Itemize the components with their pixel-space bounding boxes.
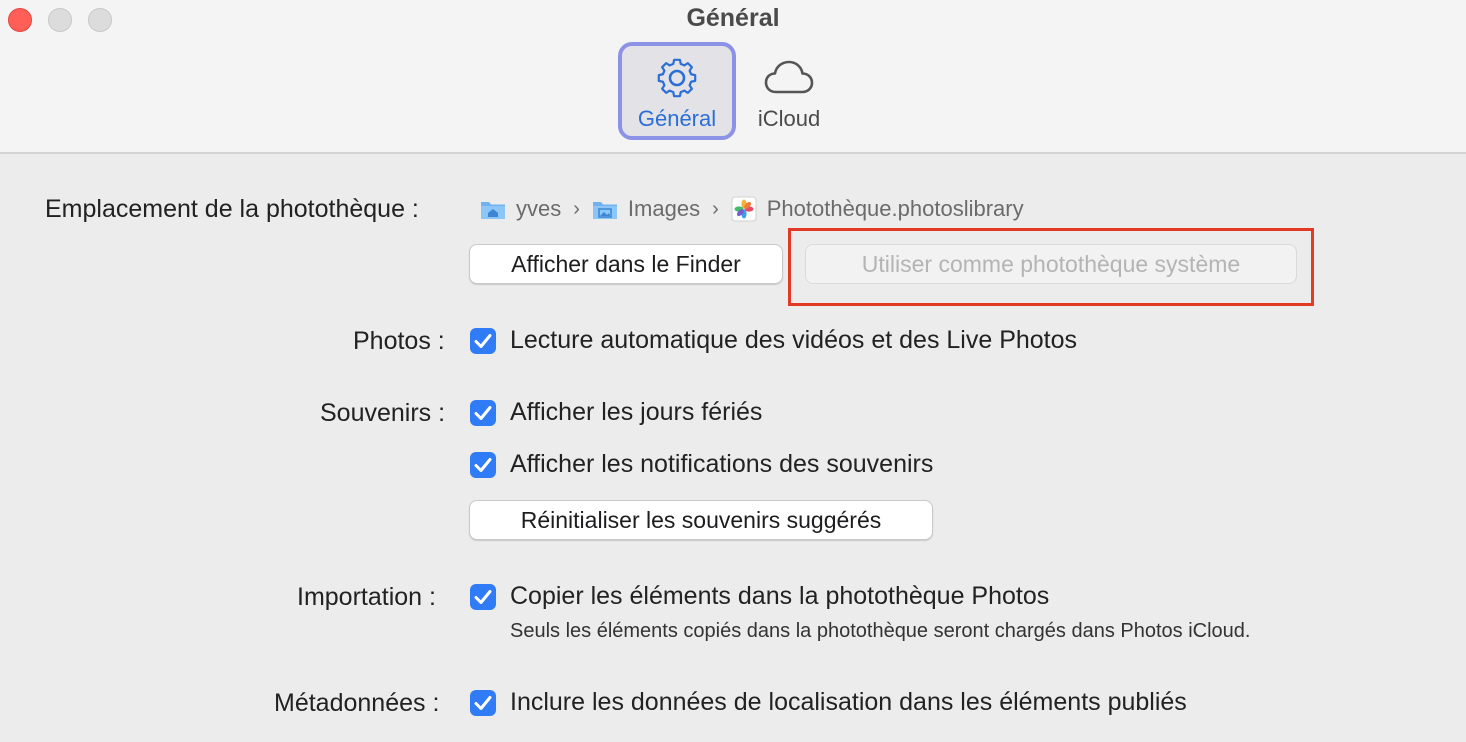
copy-items-checkbox-row[interactable]: Copier les éléments dans la photothèque … <box>470 582 1049 611</box>
include-location-checkbox[interactable] <box>470 689 496 716</box>
memories-label: Souvenirs : <box>320 399 446 427</box>
tab-icloud[interactable]: iCloud <box>730 42 848 140</box>
tab-general-label: Général <box>637 106 717 131</box>
holidays-label: Afficher les jours fériés <box>510 398 763 426</box>
photos-library-icon <box>731 196 757 222</box>
path-segment-home[interactable]: yves <box>480 196 561 222</box>
library-location-label: Emplacement de la photothèque : <box>45 195 419 223</box>
importing-label: Importation : <box>297 583 436 611</box>
path-images: Images <box>627 196 701 221</box>
path-library: Photothèque.photoslibrary <box>766 196 1024 221</box>
checkmark-icon <box>474 589 492 604</box>
tab-icloud-label: iCloud <box>757 106 821 131</box>
toolbar: Général Général iCloud <box>0 0 1466 154</box>
chevron-right-icon: › <box>573 197 580 220</box>
pictures-folder-icon <box>592 202 617 219</box>
path-segment-images[interactable]: Images <box>592 196 700 222</box>
checkmark-icon <box>474 333 492 348</box>
copy-items-label: Copier les éléments dans la photothèque … <box>510 582 1050 610</box>
show-in-finder-button[interactable]: Afficher dans le Finder <box>469 244 783 284</box>
chevron-right-icon: › <box>712 197 719 220</box>
checkmark-icon <box>474 457 492 472</box>
metadata-label: Métadonnées : <box>274 689 440 717</box>
library-path: yves › Images › Photothèque.photoslibrar… <box>480 194 1024 224</box>
highlight-annotation <box>788 228 1314 306</box>
memory-notifications-checkbox[interactable] <box>470 451 496 478</box>
autoplay-label: Lecture automatique des vidéos et des Li… <box>510 326 1078 354</box>
reset-suggested-memories-button[interactable]: Réinitialiser les souvenirs suggérés <box>469 500 933 540</box>
home-folder-icon <box>481 202 505 219</box>
importing-hint: Seuls les éléments copiés dans la photot… <box>510 620 1251 642</box>
holidays-checkbox-row[interactable]: Afficher les jours fériés <box>470 398 762 427</box>
autoplay-checkbox[interactable] <box>470 327 496 354</box>
path-yves: yves <box>516 196 562 221</box>
include-location-label: Inclure les données de localisation dans… <box>510 688 1187 716</box>
path-segment-library[interactable]: Photothèque.photoslibrary <box>731 196 1024 222</box>
include-location-checkbox-row[interactable]: Inclure les données de localisation dans… <box>470 688 1187 717</box>
memory-notifications-checkbox-row[interactable]: Afficher les notifications des souvenirs <box>470 450 933 479</box>
copy-items-checkbox[interactable] <box>470 583 496 610</box>
tab-general[interactable]: Général <box>618 42 736 140</box>
window-title: Général <box>686 4 780 32</box>
preferences-window: Général Général iCloud Emplacement de la… <box>0 0 1466 742</box>
holidays-checkbox[interactable] <box>470 399 496 426</box>
checkmark-icon <box>474 695 492 710</box>
cloud-icon <box>764 60 814 94</box>
photos-label: Photos : <box>353 327 445 355</box>
memory-notifications-label: Afficher les notifications des souvenirs <box>510 450 934 478</box>
checkmark-icon <box>474 405 492 420</box>
autoplay-checkbox-row[interactable]: Lecture automatique des vidéos et des Li… <box>470 326 1077 355</box>
gear-icon <box>657 58 697 98</box>
